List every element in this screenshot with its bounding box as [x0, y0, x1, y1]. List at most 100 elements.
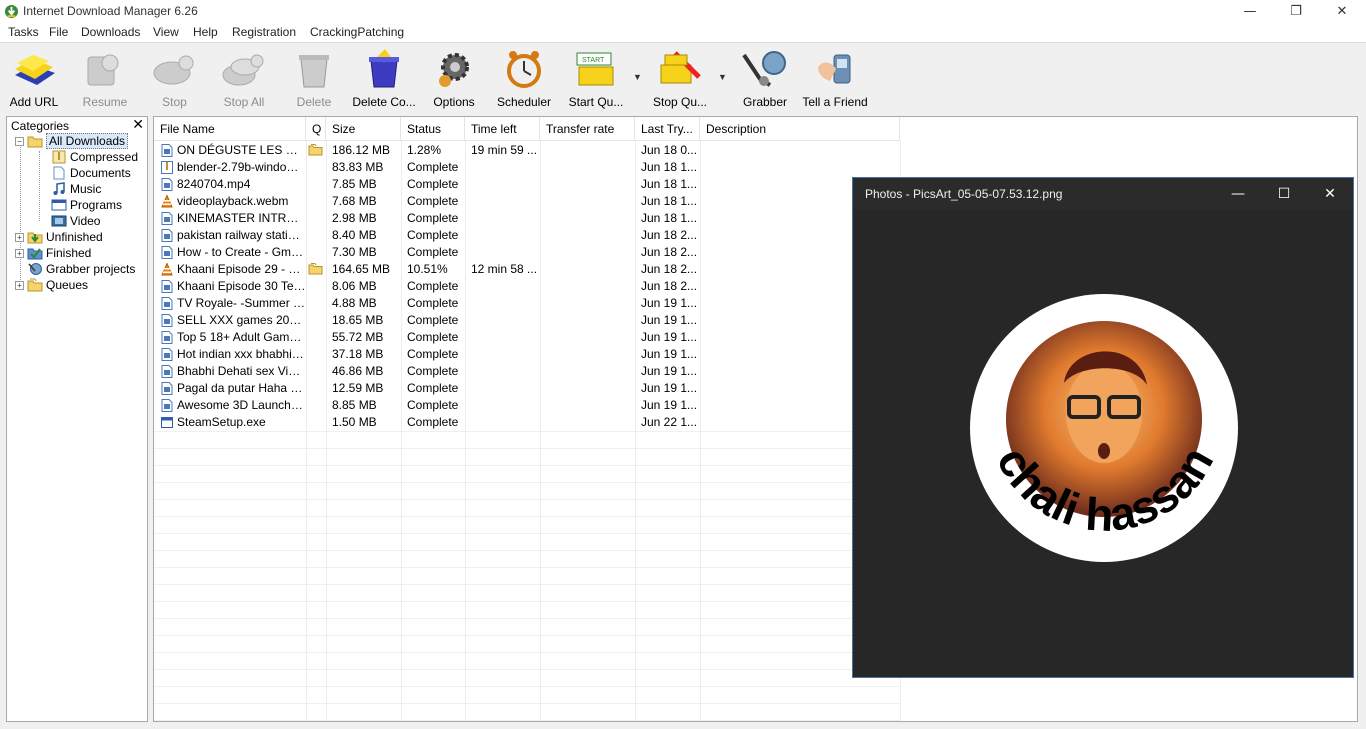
start-queue-dropdown-icon[interactable]: ▼ — [633, 72, 643, 82]
table-row[interactable]: Awesome 3D Launcher ... 8.85 MB Complete Ju… — [154, 397, 900, 414]
minimize-icon: — — [1231, 185, 1245, 202]
table-row[interactable]: Top 5 18+ Adult Games... 55.72 MB Complete… — [154, 329, 900, 346]
transfer-rate-cell — [540, 329, 635, 346]
status-cell: Complete — [407, 177, 459, 191]
size-cell: 18.65 MB — [332, 313, 384, 327]
category-finished[interactable]: + Finished — [15, 245, 91, 261]
menu-tasks[interactable]: Tasks — [8, 25, 39, 39]
table-row[interactable]: Hot indian xxx bhabhi ll ... 37.18 MB Comp… — [154, 346, 900, 363]
delete-completed-button[interactable]: Delete Co... — [352, 46, 416, 110]
minimize-icon: — — [1243, 4, 1257, 19]
file-name-cell: Bhabhi Dehati sex Vide... — [177, 364, 306, 378]
stop-queue-button[interactable]: Stop Qu... — [648, 46, 712, 110]
menu-crackingpatching[interactable]: CrackingPatching — [310, 25, 404, 39]
column-time-left[interactable]: Time left — [465, 117, 540, 141]
size-cell: 83.83 MB — [332, 160, 384, 174]
time-left-cell — [465, 414, 540, 431]
expand-icon[interactable]: + — [15, 232, 24, 242]
minimize-button[interactable]: — — [1227, 0, 1273, 23]
collapse-icon[interactable]: − — [15, 136, 24, 146]
table-row[interactable]: KINEMASTER INTRO No... 2.98 MB Complete Jun… — [154, 210, 900, 227]
category-compressed[interactable]: Compressed — [51, 149, 138, 165]
category-programs[interactable]: Programs — [51, 197, 122, 213]
menu-downloads[interactable]: Downloads — [81, 25, 140, 39]
queues-folder-icon — [27, 278, 43, 292]
table-row[interactable]: TV Royale- -Summer Up... 4.88 MB Complete J… — [154, 295, 900, 312]
options-button[interactable]: Options — [428, 46, 480, 110]
open-folder-icon — [27, 136, 43, 148]
column-file-name[interactable]: File Name — [154, 117, 306, 141]
grid-line — [154, 550, 900, 551]
grabber-label: Grabber — [742, 95, 788, 109]
close-button[interactable]: ✕ — [1319, 0, 1365, 23]
photos-maximize-button[interactable]: ☐ — [1261, 178, 1307, 209]
time-left-cell — [465, 227, 540, 244]
table-row[interactable]: Bhabhi Dehati sex Vide... 46.86 MB Complet… — [154, 363, 900, 380]
stop-button[interactable]: Stop — [147, 46, 202, 110]
expand-icon[interactable]: + — [15, 280, 24, 290]
grid-line — [154, 482, 900, 483]
category-documents[interactable]: Documents — [51, 165, 131, 181]
category-music[interactable]: Music — [51, 181, 101, 197]
add-url-icon — [15, 55, 55, 85]
category-grabber-projects[interactable]: Grabber projects — [27, 261, 135, 277]
table-row[interactable]: blender-2.79b-windows... 83.83 MB Complete… — [154, 159, 900, 176]
column-transfer-rate[interactable]: Transfer rate — [540, 117, 635, 141]
column-status[interactable]: Status — [401, 117, 465, 141]
tell-a-friend-button[interactable]: Tell a Friend — [801, 46, 869, 110]
grabber-button[interactable]: Grabber — [737, 46, 793, 110]
status-cell: 1.28% — [407, 143, 442, 157]
last-try-cell: Jun 18 1... — [641, 194, 698, 208]
size-cell: 8.85 MB — [332, 398, 377, 412]
table-row[interactable]: Khaani Episode 29 - HA... 164.65 MB 10.51%… — [154, 261, 900, 278]
category-video[interactable]: Video — [51, 213, 100, 229]
table-row[interactable]: 8240704.mp4 7.85 MB Complete Jun 18 1... — [154, 176, 900, 193]
grid-line — [154, 652, 900, 653]
column-description[interactable]: Description — [700, 117, 900, 141]
resume-button[interactable]: Resume — [77, 46, 133, 110]
category-queues[interactable]: + Queues — [15, 277, 88, 293]
menu-view[interactable]: View — [153, 25, 179, 39]
close-icon: ✕ — [1324, 185, 1336, 202]
column-size[interactable]: Size — [326, 117, 401, 141]
expand-icon[interactable]: + — [15, 248, 24, 258]
category-unfinished[interactable]: + Unfinished — [15, 229, 103, 245]
transfer-rate-cell — [540, 414, 635, 431]
last-try-cell: Jun 18 1... — [641, 177, 698, 191]
delete-completed-label: Delete Co... — [352, 95, 416, 109]
menu-registration[interactable]: Registration — [232, 25, 296, 39]
table-row[interactable]: videoplayback.webm 7.68 MB Complete Jun 18 … — [154, 193, 900, 210]
stop-all-button[interactable]: Stop All — [215, 46, 273, 110]
table-row[interactable]: pakistan railway station... 8.40 MB Comple… — [154, 227, 900, 244]
categories-close-button[interactable]: ✕ — [132, 117, 144, 133]
stop-queue-dropdown-icon[interactable]: ▼ — [718, 72, 728, 82]
start-queue-label: Start Qu... — [568, 95, 624, 109]
table-row[interactable]: SELL XXX games 2014 a... 18.65 MB Complete… — [154, 312, 900, 329]
queue-folder-icon — [308, 263, 323, 275]
add-url-button[interactable]: Add URL — [4, 46, 64, 110]
time-left-cell — [465, 363, 540, 380]
size-cell: 37.18 MB — [332, 347, 384, 361]
menu-help[interactable]: Help — [193, 25, 218, 39]
category-all-downloads[interactable]: − All Downloads — [15, 133, 129, 149]
add-url-label: Add URL — [9, 95, 59, 109]
table-row[interactable]: Pagal da putar Haha Za... 12.59 MB Complet… — [154, 380, 900, 397]
table-row[interactable]: ON DÉGUSTE LES MEILL... 186.12 MB 1.28% 19 … — [154, 142, 900, 159]
start-queue-button[interactable]: START Start Qu... — [566, 46, 626, 110]
last-try-cell: Jun 22 1... — [641, 415, 698, 429]
table-row[interactable]: SteamSetup.exe 1.50 MB Complete Jun 22 1... — [154, 414, 900, 431]
delete-button[interactable]: Delete — [289, 46, 339, 110]
last-try-cell: Jun 18 2... — [641, 262, 698, 276]
maximize-button[interactable]: ❐ — [1273, 0, 1319, 23]
time-left-cell: 19 min 59 ... — [471, 143, 538, 157]
photos-minimize-button[interactable]: — — [1215, 178, 1261, 209]
photos-close-button[interactable]: ✕ — [1307, 178, 1353, 209]
time-left-cell — [465, 346, 540, 363]
menu-file[interactable]: File — [49, 25, 68, 39]
table-row[interactable]: How - to Create - Gmail... 7.30 MB Complet… — [154, 244, 900, 261]
column-q[interactable]: Q — [306, 117, 326, 141]
table-row[interactable]: Khaani Episode 30 Teas... 8.06 MB Complete… — [154, 278, 900, 295]
column-last-try[interactable]: Last Try... — [635, 117, 700, 141]
scheduler-button[interactable]: Scheduler — [494, 46, 554, 110]
stop-label: Stop — [162, 95, 187, 109]
